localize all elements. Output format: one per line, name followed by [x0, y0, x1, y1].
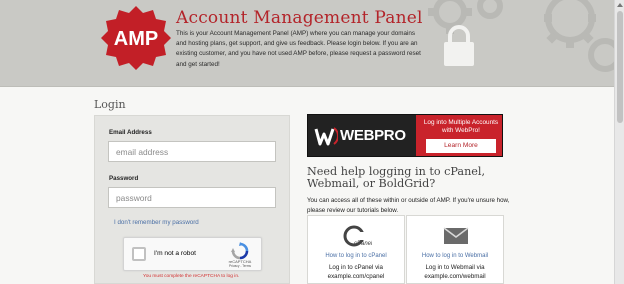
gears-lock-illustration — [428, 0, 614, 72]
webpro-logo-icon — [314, 127, 338, 146]
scroll-up-arrow-icon[interactable] — [616, 1, 624, 9]
webmail-tutorial-link[interactable]: How to log in to Webmail — [407, 253, 503, 259]
envelope-icon — [443, 227, 469, 244]
cpanel-desc-line2: example.com/cpanel — [327, 273, 385, 281]
svg-text:cPanel: cPanel — [354, 241, 372, 247]
login-heading: Login — [94, 98, 126, 111]
recaptcha-terms[interactable]: Privacy - Terms — [221, 264, 259, 268]
padlock-icon — [444, 25, 474, 66]
page-scrollbar[interactable] — [614, 0, 624, 284]
help-text: You can access all of these within or ou… — [307, 197, 510, 214]
webpro-promo-text: Log into Multiple Accounts with WebPro! — [423, 119, 499, 134]
tutorial-card-webmail[interactable]: How to log in to Webmail Log in to Webma… — [406, 215, 504, 284]
amp-logo: AMP — [101, 6, 171, 70]
cpanel-tutorial-link[interactable]: How to log in to cPanel — [308, 253, 404, 259]
page-header: AMP Account Management Panel This is you… — [0, 0, 614, 87]
password-input[interactable] — [108, 187, 276, 208]
cpanel-tutorial-desc: Log in to cPanel via example.com/cpanel — [308, 263, 404, 281]
help-heading: Need help logging in to cPanel, Webmail,… — [307, 165, 486, 190]
learn-more-button[interactable]: Learn More — [426, 139, 496, 153]
app-title: Account Management Panel — [176, 8, 423, 28]
password-label: Password — [109, 175, 139, 182]
forgot-password-link[interactable]: I don't remember my password — [114, 219, 199, 226]
email-label: Email Address — [109, 129, 152, 136]
webpro-wordmark: WEBPRO — [340, 127, 406, 144]
recaptcha-icon — [231, 242, 249, 260]
scrollbar-thumb[interactable] — [617, 11, 623, 123]
recaptcha-widget: I'm not a robot reCAPTCHA Privacy - Term… — [123, 237, 262, 271]
intro-text: This is your Account Management Panel (A… — [176, 30, 421, 68]
webmail-tutorial-desc: Log in to Webmail via example.com/webmai… — [407, 263, 503, 281]
cpanel-desc-line1: Log in to cPanel via — [328, 264, 383, 271]
tutorial-card-cpanel[interactable]: cPanel How to log in to cPanel Log in to… — [307, 215, 405, 284]
webpro-banner[interactable]: WEBPRO Log into Multiple Accounts with W… — [307, 114, 503, 157]
webmail-desc-line1: Log in to Webmail via — [425, 264, 485, 271]
recaptcha-checkbox[interactable] — [132, 247, 146, 261]
webmail-desc-line2: example.com/webmail — [424, 273, 486, 281]
logo-text: AMP — [114, 28, 158, 50]
recaptcha-label: I'm not a robot — [154, 250, 196, 257]
email-input[interactable] — [108, 141, 276, 162]
captcha-error-message: You must complete the reCAPTCHA to log i… — [143, 274, 240, 279]
cpanel-icon: cPanel — [343, 225, 372, 247]
